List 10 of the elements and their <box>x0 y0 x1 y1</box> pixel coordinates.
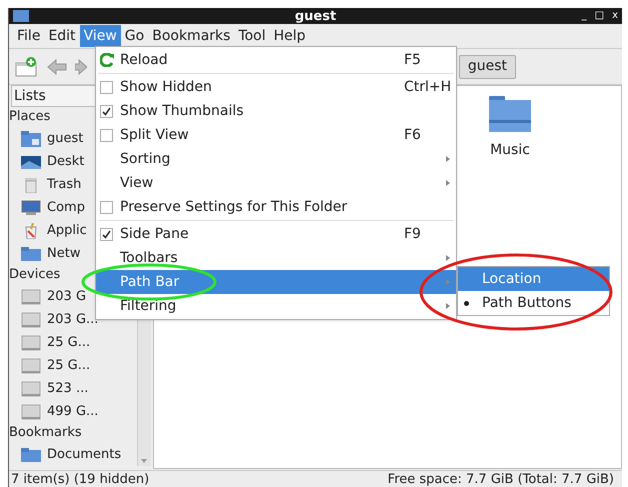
shortcut-label: F9 <box>404 224 422 244</box>
status-item-count: 7 item(s) (19 hidden) <box>11 472 150 486</box>
shortcut-label: Ctrl+H <box>404 78 452 96</box>
shortcut-label: F6 <box>404 126 422 144</box>
section-heading: Devices <box>9 266 60 284</box>
shortcut-label: F5 <box>404 50 422 70</box>
section-heading: Bookmarks <box>9 424 82 442</box>
window-title: guest <box>294 10 336 22</box>
status-free-space: Free space: 7.7 GiB (Total: 7.7 GiB) <box>388 472 614 486</box>
section-heading: Places <box>9 108 50 126</box>
